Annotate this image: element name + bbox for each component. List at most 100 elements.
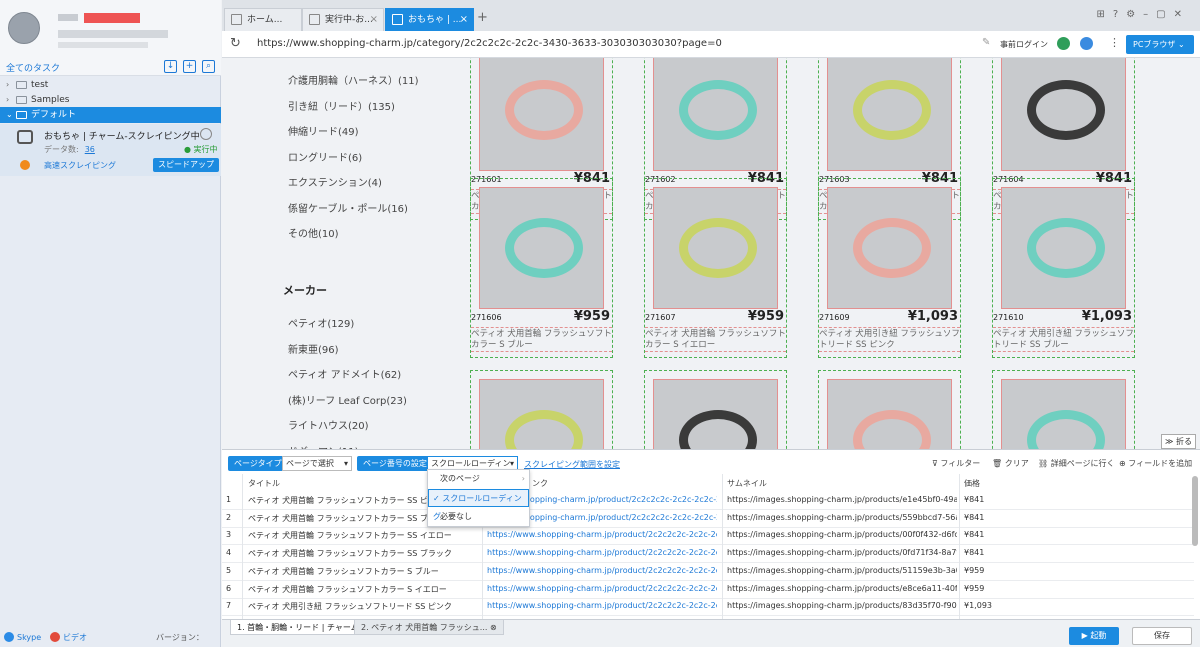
tree-item-samples[interactable]: › Samples — [0, 92, 221, 108]
cell-price: ¥841 — [964, 495, 985, 504]
product-card[interactable] — [644, 370, 787, 449]
table-row[interactable]: 4 ペティオ 犬用首輪 フラッシュソフトカラー SS ブラック https://ww… — [222, 545, 1194, 564]
product-title[interactable]: ペティオ 犬用首輪 フラッシュソフトカラー S ブルー — [471, 327, 612, 352]
tab-page-1[interactable]: 1. 首輪・胴輪・リード | チャーム — [230, 620, 366, 635]
product-image[interactable] — [827, 58, 952, 171]
dropdown-item-next-page[interactable]: 次のページ › — [428, 470, 529, 488]
all-tasks-link[interactable]: 全てのタスク — [6, 61, 60, 74]
import-task-icon[interactable]: ↓ — [164, 60, 177, 73]
data-count-value[interactable]: 36 — [85, 145, 95, 154]
product-card[interactable] — [992, 370, 1135, 449]
tab-page-2[interactable]: 2. ペティオ 犬用首輪 フラッシュ... ⊗ — [354, 620, 504, 635]
edit-icon[interactable]: ✎ — [982, 37, 990, 48]
table-row[interactable]: 6 ペティオ 犬用首輪 フラッシュソフトカラー S イエロー https://www… — [222, 581, 1194, 599]
page-select[interactable]: ページで選択 ▾ — [282, 456, 352, 471]
product-card[interactable]: 271609 ¥1,093 ペティオ 犬用引き紐 フラッシュソフトリード SS ピン… — [818, 178, 961, 358]
clear-button[interactable]: 🗑 クリア — [992, 458, 1029, 469]
pc-browser-button[interactable]: PCブラウザ ⌄ — [1126, 35, 1194, 54]
product-image[interactable] — [827, 187, 952, 309]
product-image[interactable] — [827, 379, 952, 449]
product-image[interactable] — [1001, 379, 1126, 449]
scrollbar[interactable] — [1192, 476, 1198, 546]
fold-button[interactable]: ≫ 折る — [1161, 434, 1196, 449]
maker-link[interactable]: ペティオ(129) — [288, 315, 354, 330]
table-row[interactable]: 1 ペティオ 犬用首輪 フラッシュソフトカラー SS ピンク s://www.sho… — [222, 492, 1194, 510]
product-image[interactable] — [1001, 58, 1126, 171]
tree-item-test[interactable]: › test — [0, 77, 221, 93]
cell-link[interactable]: https://www.shopping-charm.jp/product/2c… — [487, 601, 717, 610]
cell-link[interactable]: https://www.shopping-charm.jp/product/2c… — [487, 548, 717, 557]
header-thumbnail: サムネイル — [727, 479, 767, 488]
reload-icon[interactable]: ↻ — [230, 36, 241, 51]
running-task[interactable]: おもちゃ | チャーム-スクレイピング中 データ数: 36 ● 実行中 高速スクレ… — [0, 124, 221, 176]
maker-link[interactable]: ペティオ アドメイト(62) — [288, 366, 401, 381]
stop-icon[interactable] — [200, 128, 212, 140]
task-search-icon[interactable]: ⌕ — [202, 60, 215, 73]
extension-icon[interactable] — [1057, 37, 1070, 50]
tab-toys[interactable]: おもちゃ | ... × — [385, 8, 474, 31]
category-link[interactable]: その他(10) — [288, 225, 339, 240]
table-row[interactable]: 7 ペティオ 犬用引き紐 フラッシュソフトリード SS ピンク https://ww… — [222, 598, 1194, 617]
new-task-icon[interactable]: + — [183, 60, 196, 73]
category-link[interactable]: 伸縮リード(49) — [288, 123, 359, 138]
close-icon[interactable]: × — [460, 9, 468, 31]
category-link[interactable]: エクステンション(4) — [288, 174, 382, 189]
url-input[interactable]: https://www.shopping-charm.jp/category/2… — [257, 38, 722, 49]
product-image[interactable] — [479, 187, 604, 309]
new-tab-icon[interactable]: + — [477, 10, 488, 25]
product-image[interactable] — [653, 379, 778, 449]
product-card[interactable]: 271607 ¥959 ペティオ 犬用首輪 フラッシュソフトカラー S イエロー — [644, 178, 787, 358]
product-sku: 271609 — [819, 313, 850, 322]
product-image[interactable] — [653, 187, 778, 309]
product-card[interactable] — [470, 370, 613, 449]
speed-up-button[interactable]: スピードアップ — [153, 158, 219, 172]
add-field-button[interactable]: ⊕ フィールドを追加 — [1119, 458, 1192, 469]
cell-link[interactable]: https://www.shopping-charm.jp/product/2c… — [487, 530, 717, 539]
product-title[interactable]: ペティオ 犬用引き紐 フラッシュソフトリード SS ピンク — [819, 327, 960, 352]
page-number-button[interactable]: ページ番号の設定 — [357, 456, 433, 471]
more-icon[interactable]: ⋮ — [1109, 36, 1120, 49]
table-row[interactable]: 3 ペティオ 犬用首輪 フラッシュソフトカラー SS イエロー https://ww… — [222, 527, 1194, 546]
category-link[interactable]: 引き紐（リード）(135) — [288, 98, 395, 113]
goto-detail-button[interactable]: ⛓ 詳細ページに行く — [1038, 458, 1115, 469]
cell-link[interactable]: https://www.shopping-charm.jp/product/2c… — [487, 566, 717, 575]
product-image[interactable] — [1001, 187, 1126, 309]
run-button[interactable]: ▶ 起動 — [1069, 627, 1119, 645]
skype-link[interactable]: Skype — [4, 628, 41, 647]
save-button[interactable]: 保存 — [1132, 627, 1192, 645]
video-link[interactable]: ビデオ — [50, 628, 87, 647]
product-card[interactable]: 271610 ¥1,093 ペティオ 犬用引き紐 フラッシュソフトリード SS ブル… — [992, 178, 1135, 358]
product-title[interactable]: ペティオ 犬用首輪 フラッシュソフトカラー S イエロー — [645, 327, 786, 352]
tab-home[interactable]: ホーム... — [224, 8, 302, 31]
close-icon[interactable]: × — [370, 9, 378, 31]
avatar[interactable] — [8, 12, 40, 44]
tree-item-default[interactable]: ⌄ デフォルト — [0, 107, 221, 123]
product-title[interactable]: ペティオ 犬用引き紐 フラッシュソフトリード SS ブルー — [993, 327, 1134, 352]
table-row[interactable]: 2 ペティオ 犬用首輪 フラッシュソフトカラー SS ブル s://www.shop… — [222, 510, 1194, 528]
maker-link[interactable]: 新東亜(96) — [288, 341, 339, 356]
dropdown-item-scroll-loading[interactable]: ✓ スクロールローディング — [428, 489, 529, 521]
category-link[interactable]: 介護用胴輪（ハーネス）(11) — [288, 72, 419, 87]
maker-link[interactable]: ライトハウス(20) — [288, 417, 369, 432]
product-image[interactable] — [653, 58, 778, 171]
product-card[interactable] — [818, 370, 961, 449]
maker-link[interactable]: (株)リーフ Leaf Corp(23) — [288, 392, 407, 407]
panel-toolbar: ページタイプ ページで選択 ▾ ページ番号の設定 スクロールローディン ▾ スクレイ… — [222, 450, 1200, 474]
product-image[interactable] — [479, 379, 604, 449]
product-image[interactable] — [479, 58, 604, 171]
category-link[interactable]: ロングリード(6) — [288, 149, 362, 164]
dropdown-item-none[interactable]: 必要なし — [428, 508, 529, 526]
pre-login-button[interactable]: 事前ログイン — [1000, 39, 1048, 50]
table-row[interactable]: 5 ペティオ 犬用首輪 フラッシュソフトカラー S ブルー https://www.… — [222, 563, 1194, 581]
scrape-range-link[interactable]: スクレイピング範囲を設定 — [524, 459, 620, 470]
page-type-button[interactable]: ページタイプ — [228, 456, 288, 471]
product-card[interactable]: 271606 ¥959 ペティオ 犬用首輪 フラッシュソフトカラー S ブルー — [470, 178, 613, 358]
close-icon[interactable]: ⊗ — [490, 623, 497, 632]
user-agent-icon[interactable] — [1080, 37, 1093, 50]
version-label: バージョン：4.0.2 — [156, 633, 204, 642]
tab-running[interactable]: 実行中-お... × — [302, 8, 384, 31]
window-controls[interactable]: ⊞?⚙–▢✕ — [1097, 9, 1190, 20]
cell-link[interactable]: https://www.shopping-charm.jp/product/2c… — [487, 584, 717, 593]
filter-button[interactable]: ⊽ フィルター — [932, 458, 980, 469]
category-link[interactable]: 係留ケーブル・ポール(16) — [288, 200, 408, 215]
